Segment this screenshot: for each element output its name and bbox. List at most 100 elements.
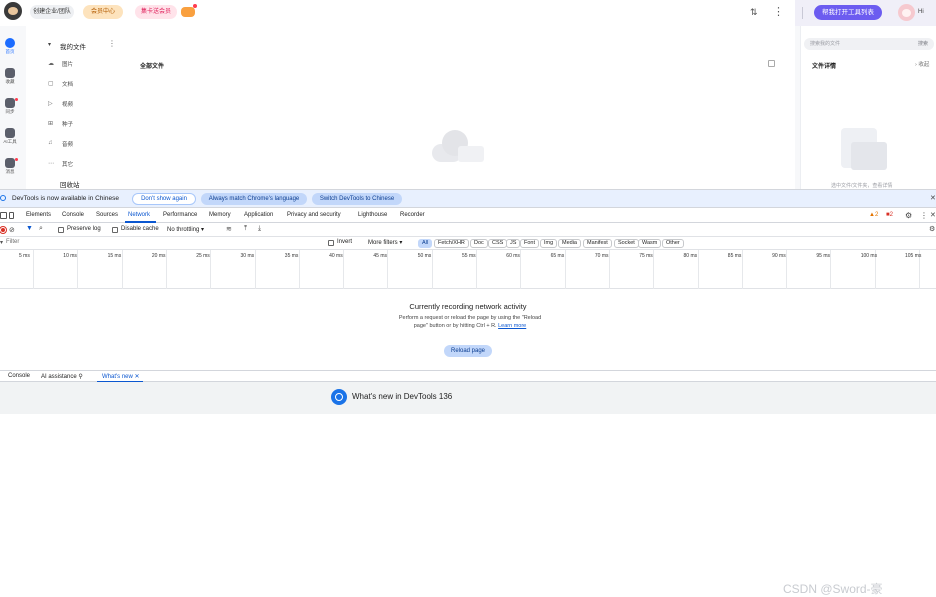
export-har-icon[interactable]: ⤓ — [258, 225, 261, 233]
tree-item-3[interactable]: ⊞ 种子 — [48, 120, 73, 128]
whats-new-title: What's new in DevTools 136 — [352, 392, 453, 401]
sync-icon — [5, 98, 15, 108]
collapse-button[interactable]: › 收起 — [915, 60, 929, 68]
filter-chip-socket[interactable]: Socket — [614, 239, 639, 248]
filter-chip-doc[interactable]: Doc — [470, 239, 488, 248]
create-team-button[interactable]: 创建企业/团队 — [30, 5, 74, 19]
other-icon: ⋯ — [48, 161, 54, 167]
clear-icon[interactable]: ⊘ — [9, 226, 15, 234]
network-conditions-icon[interactable]: ≋ — [226, 225, 232, 233]
rail-item-4[interactable]: 消息 — [0, 158, 20, 175]
search-button[interactable]: 搜索 — [918, 40, 928, 47]
errors-badge[interactable]: ■2 — [886, 212, 893, 218]
filter-chip-all[interactable]: All — [418, 239, 433, 248]
search-icon[interactable]: ⌕ — [39, 225, 43, 233]
tree-item-2[interactable]: ▷ 视频 — [48, 100, 73, 108]
caret-down-icon[interactable]: ▾ — [48, 41, 51, 48]
filter-chip-fetchxhr[interactable]: Fetch/XHR — [434, 239, 469, 248]
rail-item-label: 首页 — [5, 49, 15, 54]
recording-description: Perform a request or reload the page by … — [398, 315, 542, 329]
throttling-select[interactable]: No throttling ▾ — [167, 226, 204, 233]
audio-icon: ♫ — [48, 140, 53, 146]
rail-item-3[interactable]: AI工具 — [0, 128, 20, 145]
game-icon[interactable] — [181, 4, 197, 17]
tab-sources[interactable]: Sources — [96, 212, 118, 218]
drawer-tab-what-s-new[interactable]: What's new ✕ — [102, 373, 140, 380]
filter-icon[interactable]: ▼ — [26, 225, 33, 232]
sort-icon[interactable]: ⇅ — [750, 7, 758, 18]
filter-chip-js[interactable]: JS — [506, 239, 521, 248]
rail-item-2[interactable]: 同步 — [0, 98, 20, 115]
seed-icon: ⊞ — [48, 121, 54, 127]
view-toggle-icon[interactable] — [768, 60, 775, 67]
tree-more-icon[interactable]: ⋮ — [108, 39, 116, 48]
filter-chip-css[interactable]: CSS — [488, 239, 508, 248]
network-settings-icon[interactable]: ⚙ — [929, 225, 935, 233]
tab-network[interactable]: Network — [128, 212, 150, 218]
close-devtools-icon[interactable]: ✕ — [930, 211, 936, 219]
timeline-gridline — [387, 250, 389, 289]
timeline-tick-label: 20 ms — [151, 253, 166, 259]
timeline-tick-label: 25 ms — [196, 253, 210, 259]
tab-console[interactable]: Console — [62, 212, 84, 218]
tab-recorder[interactable]: Recorder — [400, 212, 425, 218]
app-logo[interactable] — [4, 2, 22, 20]
tab-performance[interactable]: Performance — [163, 212, 197, 218]
settings-gear-icon[interactable]: ⚙ — [905, 211, 912, 220]
invert-checkbox[interactable] — [328, 240, 334, 246]
disable-cache-checkbox[interactable] — [112, 227, 118, 233]
tab-memory[interactable]: Memory — [209, 212, 231, 218]
disable-cache-label: Disable cache — [121, 226, 159, 232]
chevron-right-icon: › — [915, 62, 917, 68]
timeline-gridline — [343, 250, 345, 289]
tab-privacy-and-security[interactable]: Privacy and security — [287, 212, 341, 218]
open-tools-button[interactable]: 帮我打开工具列表 — [814, 5, 882, 20]
tree-item-1[interactable]: ▢ 文档 — [48, 80, 73, 88]
match-language-button[interactable]: Always match Chrome's language — [201, 193, 307, 205]
more-icon[interactable]: ⋮ — [773, 5, 784, 18]
drawer-tab-console[interactable]: Console — [8, 373, 30, 379]
avatar[interactable] — [898, 4, 915, 21]
record-icon[interactable] — [0, 227, 6, 233]
tree-item-0[interactable]: ☁ 图片 — [48, 60, 73, 68]
close-icon[interactable]: ✕ — [930, 194, 936, 202]
timeline-gridline — [520, 250, 522, 289]
rail-item-0[interactable]: 首页 — [0, 38, 20, 55]
tab-lighthouse[interactable]: Lighthouse — [358, 212, 387, 218]
tree-item-4[interactable]: ♫ 音频 — [48, 140, 73, 148]
more-filters-dropdown[interactable]: More filters ▾ — [368, 239, 402, 246]
drawer-tab-ai-assistance[interactable]: AI assistance ⚲ — [41, 373, 83, 380]
preserve-log-checkbox[interactable] — [58, 227, 64, 233]
filter-chip-other[interactable]: Other — [662, 239, 684, 248]
tab-application[interactable]: Application — [244, 212, 273, 218]
device-toolbar-icon[interactable] — [9, 212, 14, 219]
info-icon — [0, 195, 6, 201]
filter-chip-media[interactable]: Media — [558, 239, 581, 248]
tab-elements[interactable]: Elements — [26, 212, 51, 218]
rail-item-label: 消息 — [5, 169, 15, 174]
filter-chip-manifest[interactable]: Manifest — [583, 239, 612, 248]
warnings-badge[interactable]: ▲2 — [869, 212, 878, 218]
my-files-heading[interactable]: 我的文件 — [60, 41, 86, 51]
search-input[interactable]: 搜索我的文件 搜索 — [804, 38, 934, 50]
timeline-gridline — [33, 250, 34, 289]
vip-center-button[interactable]: 会员中心 — [83, 5, 123, 19]
inspect-element-icon[interactable] — [0, 212, 7, 219]
recycle-bin-item[interactable]: 回收站 — [60, 179, 80, 189]
network-timeline-overview[interactable]: 5 ms 10 ms 15 ms 20 ms 25 ms 30 ms 35 ms 40 ms 4… — [0, 250, 936, 289]
reload-page-button[interactable]: Reload page — [444, 345, 492, 357]
dont-show-again-button[interactable]: Don't show again — [132, 193, 196, 205]
video-icon: ▷ — [48, 101, 53, 107]
filter-chip-img[interactable]: Img — [540, 239, 558, 248]
collect-cards-button[interactable]: 集卡送会员 — [135, 5, 177, 19]
close-tab-icon[interactable]: ✕ — [133, 374, 139, 380]
import-har-icon[interactable]: ⤒ — [244, 225, 247, 233]
filter-chip-font[interactable]: Font — [520, 239, 540, 248]
learn-more-link[interactable]: Learn more — [498, 323, 526, 329]
more-options-icon[interactable]: ⋮ — [920, 211, 928, 220]
rail-item-1[interactable]: 收藏 — [0, 68, 20, 85]
filter-input[interactable]: Filter — [6, 239, 19, 245]
tree-item-5[interactable]: ⋯ 其它 — [48, 160, 73, 168]
filter-chip-wasm[interactable]: Wasm — [638, 239, 662, 248]
switch-language-button[interactable]: Switch DevTools to Chinese — [312, 193, 402, 205]
